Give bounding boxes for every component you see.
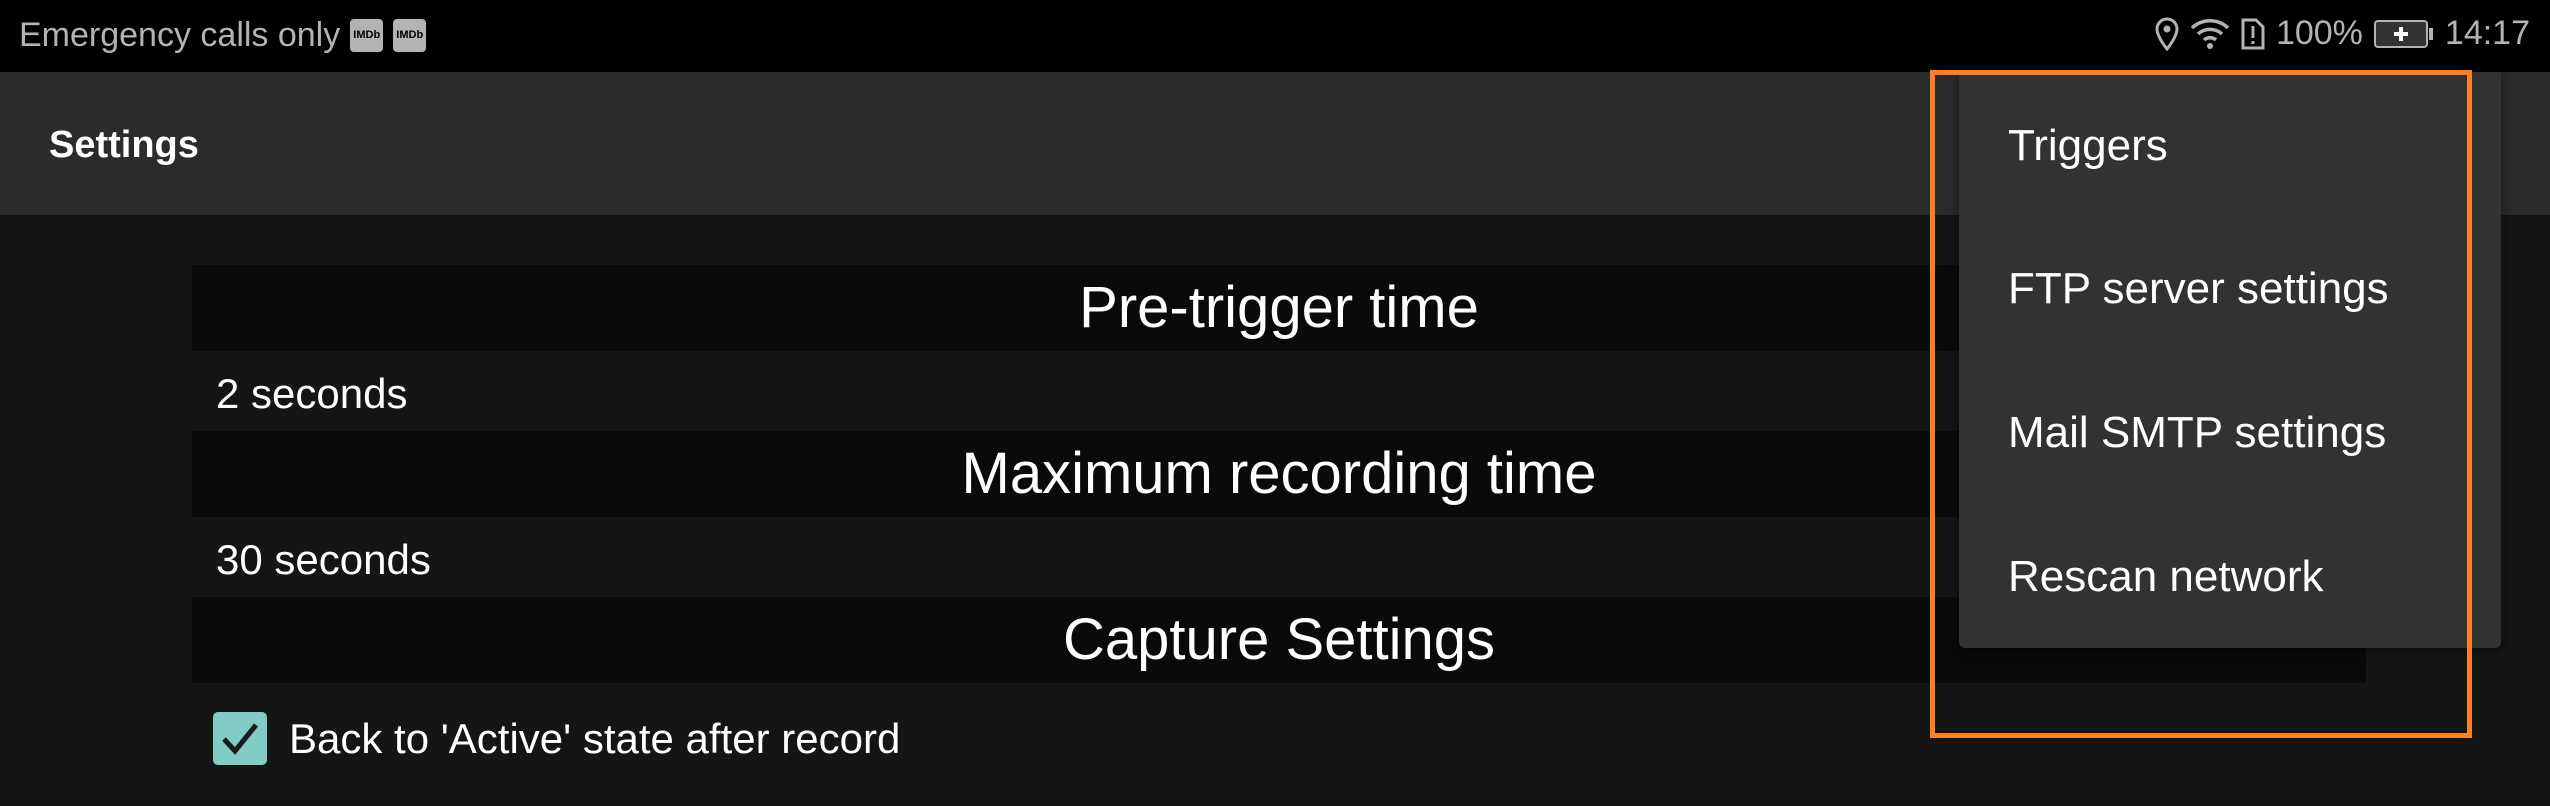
- battery-charging-icon: [2373, 19, 2433, 48]
- battery-percent: 100%: [2275, 14, 2363, 52]
- page-title: Settings: [49, 124, 199, 166]
- menu-item-rescan-network[interactable]: Rescan network: [2008, 547, 2323, 607]
- back-to-active-checkbox[interactable]: [213, 712, 267, 765]
- checkbox-label: Back to 'Active' state after record: [289, 714, 901, 762]
- back-to-active-checkbox-row[interactable]: Back to 'Active' state after record: [213, 712, 900, 765]
- overflow-menu: Triggers FTP server settings Mail SMTP s…: [1959, 72, 2501, 648]
- carrier-text: Emergency calls only: [19, 16, 341, 54]
- location-icon: [2155, 16, 2179, 51]
- wifi-icon: [2190, 18, 2230, 49]
- menu-item-triggers[interactable]: Triggers: [2008, 116, 2168, 176]
- menu-item-ftp-settings[interactable]: FTP server settings: [2008, 259, 2389, 319]
- sim-alert-icon: [2241, 18, 2265, 49]
- imdb-notification-icon: IMDb: [393, 19, 427, 52]
- clock: 14:17: [2444, 14, 2530, 52]
- checkmark-icon: [222, 722, 258, 755]
- max-recording-value[interactable]: 30 seconds: [216, 536, 431, 584]
- status-bar: Emergency calls only IMDb IMDb 100% 14:1…: [0, 0, 2550, 72]
- menu-item-smtp-settings[interactable]: Mail SMTP settings: [2008, 403, 2386, 463]
- pre-trigger-value[interactable]: 2 seconds: [216, 370, 407, 418]
- imdb-notification-icon: IMDb: [350, 19, 384, 52]
